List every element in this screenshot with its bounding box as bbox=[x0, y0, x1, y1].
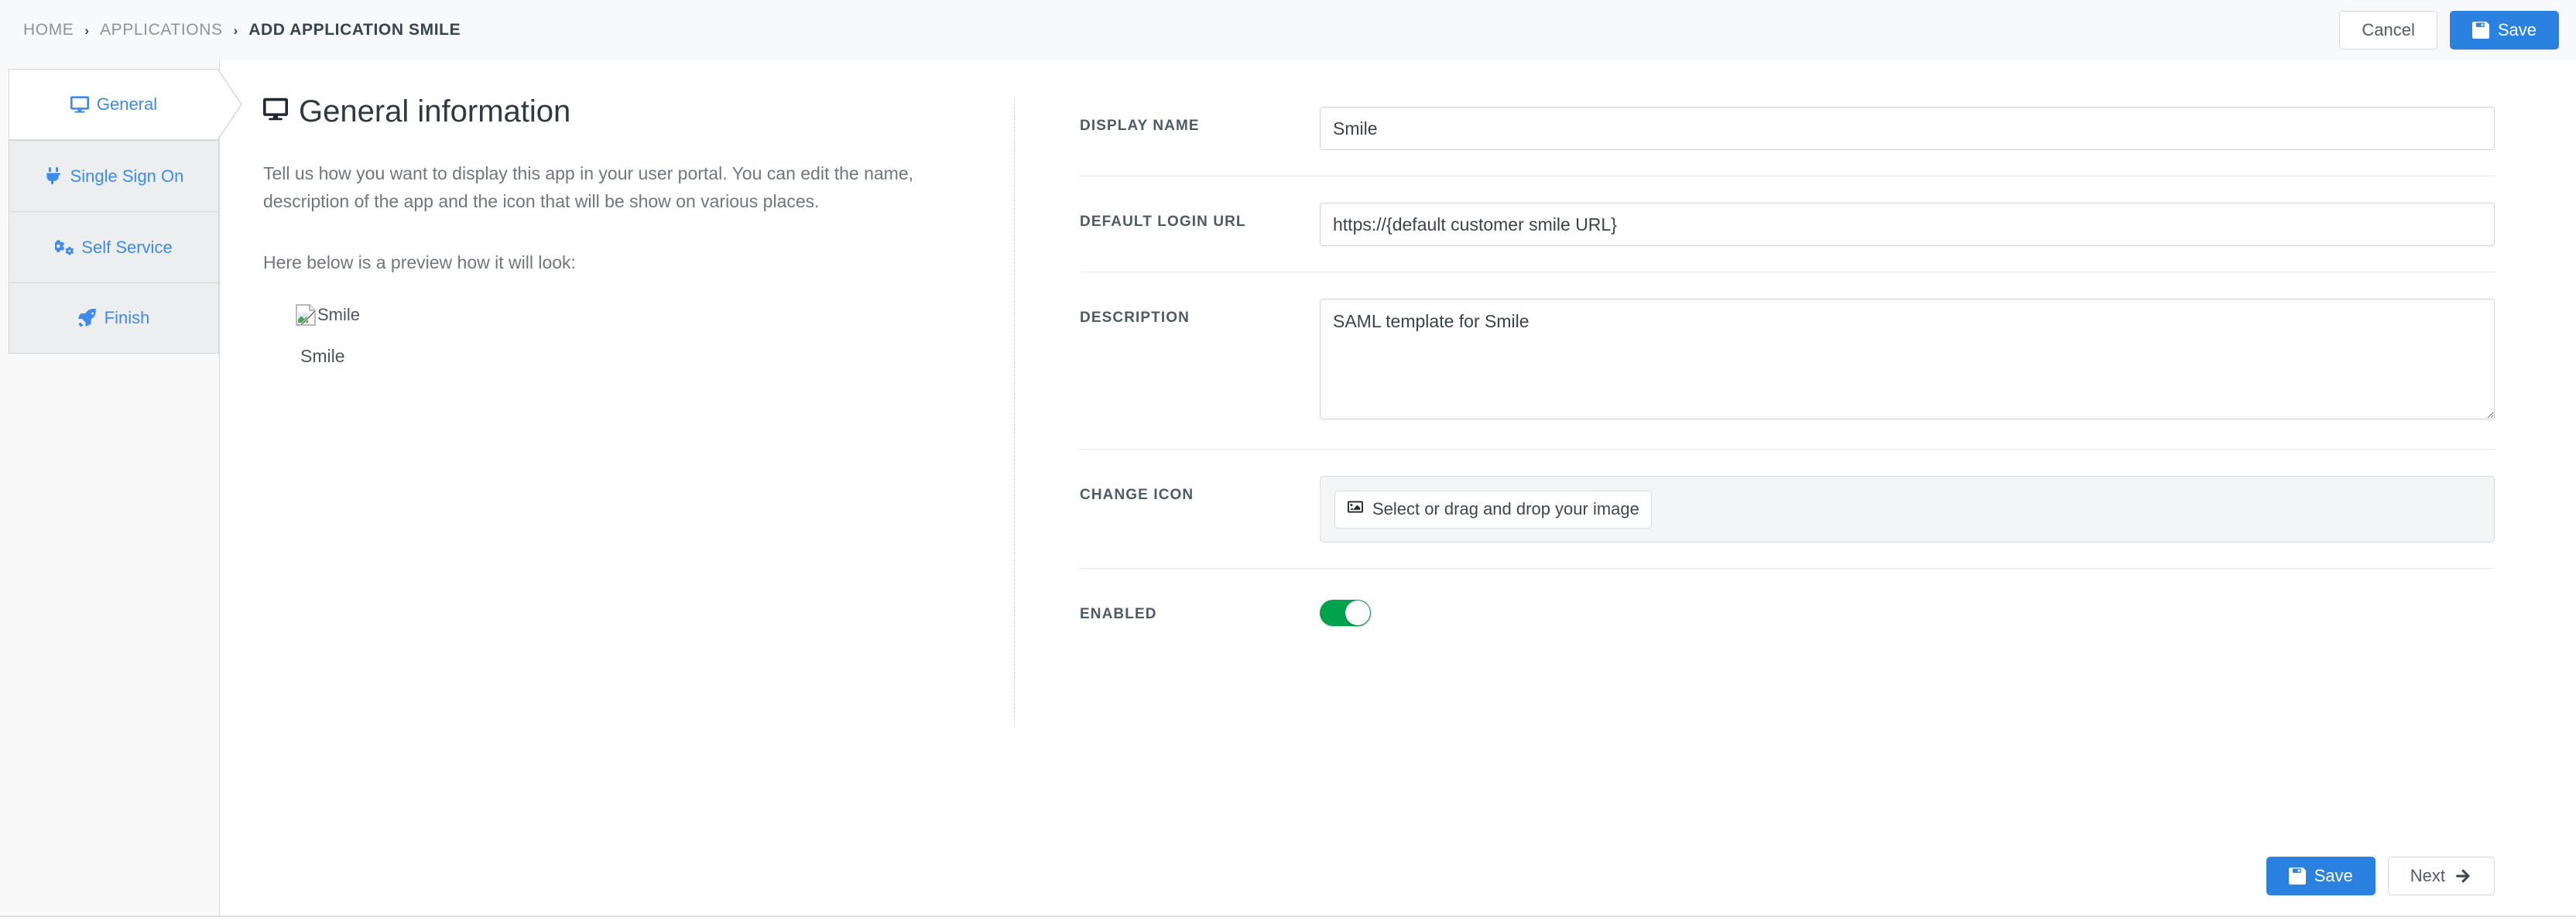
wizard-step-general-label: General bbox=[96, 94, 158, 114]
save-button-bottom-label: Save bbox=[2314, 866, 2353, 885]
enabled-label: ENABLED bbox=[1080, 606, 1157, 622]
save-button-top[interactable]: Save bbox=[2449, 11, 2559, 50]
cogs-icon bbox=[55, 238, 74, 257]
field-row-display-name: DISPLAY NAME bbox=[1080, 80, 2495, 176]
top-bar-actions: Cancel Save bbox=[2339, 11, 2576, 50]
display-name-label: DISPLAY NAME bbox=[1080, 118, 1200, 134]
floppy-disk-icon bbox=[2288, 868, 2306, 885]
main-content: General information Tell us how you want… bbox=[220, 60, 2576, 915]
wizard-step-finish-label: Finish bbox=[104, 308, 150, 327]
form-column: DISPLAY NAME DEFAULT LOGIN URL DESCRIPTI… bbox=[1014, 80, 2576, 915]
wizard-step-self-service-label: Self Service bbox=[81, 237, 173, 257]
desktop-icon bbox=[263, 94, 288, 129]
breadcrumb-item-current: ADD APPLICATION SMILE bbox=[248, 21, 461, 39]
footer-actions: Save Next bbox=[2266, 857, 2495, 895]
default-login-url-input[interactable] bbox=[1320, 203, 2495, 246]
wizard-step-self-service[interactable]: Self Service bbox=[9, 211, 219, 282]
enabled-toggle-knob bbox=[1345, 601, 1370, 625]
wizard-steps-sidebar: General Single Sign On Self Service Fini… bbox=[0, 60, 242, 915]
field-row-enabled: ENABLED bbox=[1080, 569, 2495, 652]
save-button-bottom[interactable]: Save bbox=[2266, 857, 2376, 895]
rocket-icon bbox=[77, 309, 97, 327]
enabled-control bbox=[1320, 595, 2495, 626]
info-column: General information Tell us how you want… bbox=[220, 80, 1014, 915]
change-icon-label: CHANGE ICON bbox=[1080, 487, 1194, 503]
preview-caption: Here below is a preview how it will look… bbox=[263, 252, 576, 273]
plug-icon bbox=[44, 166, 63, 186]
wizard-step-single-sign-on-label: Single Sign On bbox=[70, 166, 184, 186]
content-card: General Single Sign On Self Service Fini… bbox=[0, 60, 2576, 917]
app-preview-name: Smile bbox=[300, 346, 345, 367]
image-icon bbox=[1347, 499, 1364, 519]
floppy-disk-icon bbox=[2472, 22, 2489, 39]
default-login-url-label: DEFAULT LOGIN URL bbox=[1080, 214, 1246, 230]
next-button-label: Next bbox=[2410, 866, 2445, 885]
next-button[interactable]: Next bbox=[2387, 857, 2495, 895]
description-label: DESCRIPTION bbox=[1080, 310, 1190, 326]
breadcrumb-item-home[interactable]: HOME bbox=[15, 21, 81, 39]
wizard-step-single-sign-on[interactable]: Single Sign On bbox=[9, 140, 219, 211]
broken-image-icon bbox=[296, 304, 317, 327]
field-row-description: DESCRIPTION bbox=[1080, 272, 2495, 450]
display-name-input[interactable] bbox=[1320, 107, 2495, 150]
app-preview-tile: Smile Smile bbox=[263, 304, 971, 367]
broken-image-alt-text: Smile bbox=[317, 305, 361, 325]
page-title: General information bbox=[263, 94, 971, 129]
save-button-top-label: Save bbox=[2497, 20, 2537, 39]
default-login-url-control bbox=[1320, 203, 2495, 246]
field-row-default-login-url: DEFAULT LOGIN URL bbox=[1080, 176, 2495, 272]
change-icon-control: Select or drag and drop your image bbox=[1320, 476, 2495, 542]
arrow-right-icon bbox=[2454, 868, 2472, 884]
select-image-button-label: Select or drag and drop your image bbox=[1372, 499, 1639, 518]
breadcrumb-item-applications[interactable]: APPLICATIONS bbox=[92, 21, 231, 39]
wizard-step-general[interactable]: General bbox=[9, 69, 242, 140]
display-name-control bbox=[1320, 107, 2495, 150]
select-image-button[interactable]: Select or drag and drop your image bbox=[1334, 490, 1652, 529]
cancel-button-label: Cancel bbox=[2362, 20, 2415, 39]
column-divider bbox=[1014, 99, 1015, 724]
enabled-toggle[interactable] bbox=[1320, 600, 1371, 626]
breadcrumb-separator-icon: › bbox=[84, 22, 90, 38]
intro-paragraph: Tell us how you want to display this app… bbox=[263, 163, 914, 211]
wizard-step-finish[interactable]: Finish bbox=[9, 282, 219, 354]
desktop-icon bbox=[70, 95, 89, 114]
breadcrumb-separator-icon: › bbox=[233, 22, 238, 38]
field-row-change-icon: CHANGE ICON Select or drag and drop your… bbox=[1080, 450, 2495, 569]
breadcrumb: HOME › APPLICATIONS › ADD APPLICATION SM… bbox=[0, 21, 468, 39]
icon-dropzone[interactable]: Select or drag and drop your image bbox=[1320, 476, 2495, 542]
description-control bbox=[1320, 299, 2495, 423]
broken-image-placeholder: Smile bbox=[296, 304, 971, 327]
page-title-text: General information bbox=[299, 94, 571, 128]
cancel-button[interactable]: Cancel bbox=[2339, 11, 2437, 50]
top-bar: HOME › APPLICATIONS › ADD APPLICATION SM… bbox=[0, 0, 2576, 60]
description-textarea[interactable] bbox=[1320, 299, 2495, 419]
